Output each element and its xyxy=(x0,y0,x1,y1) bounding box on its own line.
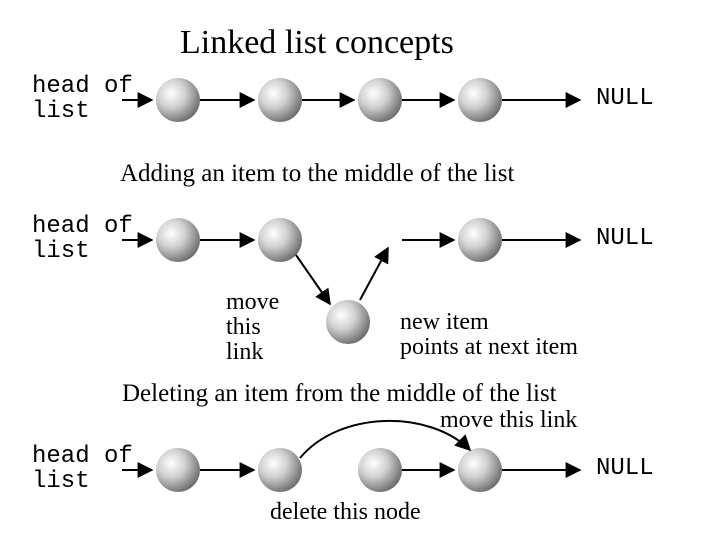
node-icon xyxy=(258,78,302,122)
head-label: head of list xyxy=(32,214,133,264)
node-icon xyxy=(458,448,502,492)
node-icon xyxy=(258,218,302,262)
page-title: Linked list concepts xyxy=(180,24,454,62)
node-icon xyxy=(326,300,370,344)
null-label: NULL xyxy=(596,456,654,481)
node-icon xyxy=(156,448,200,492)
arrow-icon xyxy=(360,248,388,300)
null-label: NULL xyxy=(596,86,654,111)
head-label: head of list xyxy=(32,444,133,494)
node-icon xyxy=(458,218,502,262)
caption-add: Adding an item to the middle of the list xyxy=(120,160,514,188)
move-this-link-label: move this link xyxy=(440,408,577,433)
node-icon xyxy=(358,448,402,492)
head-label: head of list xyxy=(32,74,133,124)
null-label: NULL xyxy=(596,226,654,251)
node-icon xyxy=(156,218,200,262)
new-item-label: new item points at next item xyxy=(400,310,578,360)
node-icon xyxy=(358,78,402,122)
node-icon xyxy=(458,78,502,122)
caption-delete: Deleting an item from the middle of the … xyxy=(122,380,557,408)
node-icon xyxy=(156,78,200,122)
move-link-label: move this link xyxy=(226,290,279,366)
arrow-icon xyxy=(296,255,330,304)
node-icon xyxy=(258,448,302,492)
delete-node-label: delete this node xyxy=(270,500,421,525)
